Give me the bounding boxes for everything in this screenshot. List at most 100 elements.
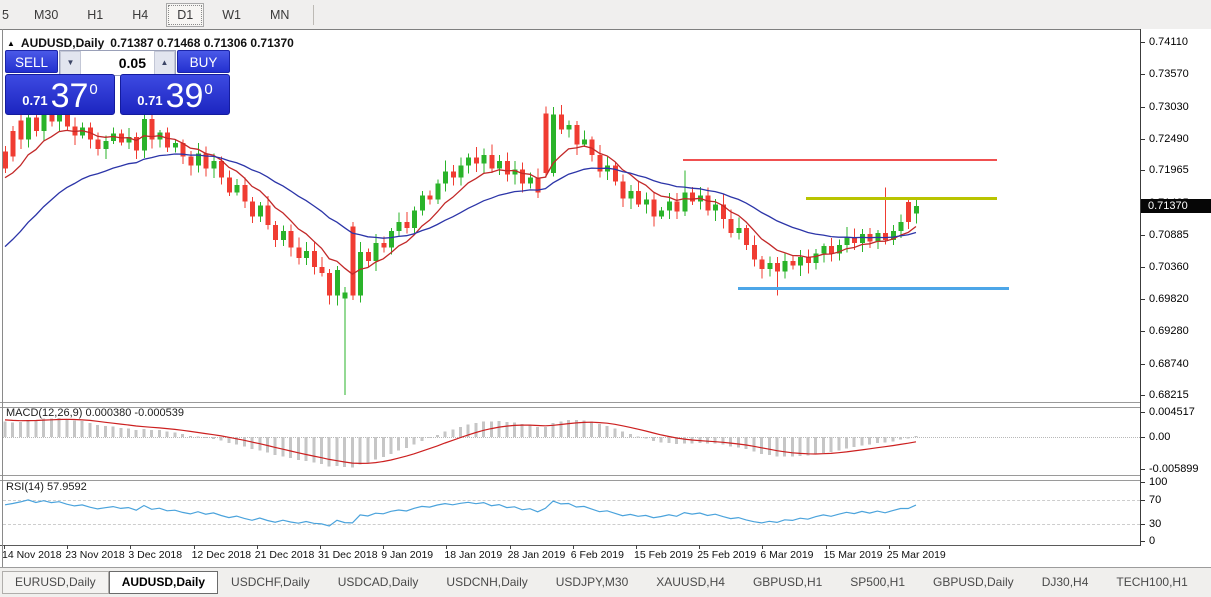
rsi-axis-label-tick <box>1141 523 1145 525</box>
macd-indicator-label: MACD(12,26,9) 0.000380 -0.000539 <box>6 407 184 419</box>
date-tick <box>383 545 385 549</box>
price-axis-label-tick <box>1141 235 1145 237</box>
price-axis-label: 0.73030 <box>1149 100 1189 113</box>
chart-tab-dj30-h4[interactable]: DJ30,H4 <box>1029 571 1102 594</box>
price-axis-label-tick <box>1141 298 1145 300</box>
chart-tab-usdjpy-m30[interactable]: USDJPY,M30 <box>543 571 641 594</box>
volume-input[interactable] <box>81 51 154 75</box>
macd-axis-label-tick <box>1141 437 1145 438</box>
chart-tab-ukc[interactable]: UKC <box>1203 571 1211 594</box>
price-axis-label-tick <box>1141 106 1145 108</box>
price-axis-label-tick <box>1141 266 1145 268</box>
date-tick <box>699 545 701 549</box>
chart-tab-sp500-h1[interactable]: SP500,H1 <box>837 571 918 594</box>
symbol-period-label: AUDUSD,Daily <box>20 36 105 50</box>
chart-tab-usdcad-daily[interactable]: USDCAD,Daily <box>325 571 432 594</box>
price-axis-label-tick <box>1141 170 1145 172</box>
one-click-trading-widget: SELL ▼ ▲ BUY 0.71370 0.71390 <box>5 50 230 115</box>
price-axis-label-tick <box>1141 394 1145 396</box>
date-tick <box>130 545 132 549</box>
price-axis-label: 0.68740 <box>1149 357 1189 370</box>
date-tick <box>320 545 321 549</box>
rsi-axis-label-tick <box>1141 499 1145 501</box>
date-axis-bottom-border <box>0 567 1211 568</box>
date-label: 21 Dec 2018 <box>254 549 315 561</box>
chart-tab-gbpusd-h1[interactable]: GBPUSD,H1 <box>740 571 835 594</box>
rsi-axis-label: 0 <box>1149 535 1156 548</box>
buy-price-panel[interactable]: 0.71 39 0 <box>120 74 230 115</box>
price-macd-splitter[interactable] <box>0 402 1211 408</box>
price-axis-label-tick <box>1141 363 1145 365</box>
support-line-blue[interactable] <box>738 287 1009 290</box>
rsi-pane-bottom-border <box>0 545 1211 546</box>
macd-rsi-splitter[interactable] <box>0 475 1211 481</box>
date-label: 31 Dec 2018 <box>318 549 378 561</box>
price-axis-label: 0.68215 <box>1149 388 1189 401</box>
toolbar-separator <box>313 4 315 25</box>
timeframe-button-MN[interactable]: MN <box>259 3 300 27</box>
timeframe-button-5[interactable]: 5 <box>0 3 14 27</box>
date-label: 23 Nov 2018 <box>65 549 125 561</box>
price-axis-label-tick <box>1141 74 1145 76</box>
rsi-pane[interactable] <box>3 479 1140 545</box>
chart-tab-usdchf-daily[interactable]: USDCHF,Daily <box>218 571 323 594</box>
sell-price-panel[interactable]: 0.71 37 0 <box>5 74 115 115</box>
chart-tab-gbpusd-daily[interactable]: GBPUSD,Daily <box>920 571 1027 594</box>
buy-price-big-digits: 39 <box>165 77 204 115</box>
rsi-level-70 <box>3 500 1140 501</box>
macd-axis-label-tick <box>1141 412 1145 414</box>
sell-price-pip-digit: 0 <box>89 81 98 98</box>
timeframe-toolbar: 5 M30 H1 H4 D1 W1 MN <box>0 0 1211 30</box>
rsi-axis-label: 100 <box>1149 476 1168 488</box>
timeframe-button-W1[interactable]: W1 <box>211 3 252 27</box>
macd-axis-label-tick <box>1141 469 1145 471</box>
date-tick <box>825 545 827 549</box>
date-label: 9 Jan 2019 <box>381 549 434 561</box>
date-tick <box>762 545 764 549</box>
window-left-border <box>2 29 3 567</box>
volume-decrease-button[interactable]: ▼ <box>60 51 81 75</box>
timeframe-button-H4[interactable]: H4 <box>121 3 159 27</box>
date-tick <box>193 545 195 549</box>
sell-button[interactable]: SELL <box>5 50 58 73</box>
price-axis-label-tick <box>1141 42 1145 43</box>
timeframe-button-H1[interactable]: H1 <box>76 3 114 27</box>
date-label: 25 Feb 2019 <box>697 549 757 561</box>
price-scale[interactable]: 0.741100.735700.730300.724900.719650.714… <box>1140 29 1211 548</box>
buy-price-prefix: 0.71 <box>137 93 163 108</box>
mt4-terminal: 5 M30 H1 H4 D1 W1 MN ▲ AUDUSD,Daily 0.71387 0.… <box>0 0 1211 597</box>
buy-price-pip-digit: 0 <box>204 81 213 98</box>
date-tick <box>446 545 448 549</box>
price-axis-label: 0.71965 <box>1149 164 1189 177</box>
price-axis-label: 0.69280 <box>1149 325 1189 338</box>
timeframe-button-M30[interactable]: M30 <box>23 3 69 27</box>
date-tick <box>572 545 574 549</box>
date-tick <box>636 545 637 549</box>
resistance-line-red[interactable] <box>683 159 997 161</box>
buy-button[interactable]: BUY <box>177 50 230 73</box>
date-label: 25 Mar 2019 <box>886 549 946 561</box>
resistance-line-yellow[interactable] <box>806 197 997 200</box>
chart-tab-audusd-daily[interactable]: AUDUSD,Daily <box>108 571 219 594</box>
chart-tab-xauusd-h4[interactable]: XAUUSD,H4 <box>643 571 738 594</box>
volume-increase-button[interactable]: ▲ <box>154 51 175 75</box>
collapse-triangle-icon[interactable]: ▲ <box>7 39 15 48</box>
chart-tab-eurusd-daily[interactable]: EURUSD,Daily <box>2 571 109 594</box>
date-label: 18 Jan 2019 <box>444 549 503 561</box>
price-axis-label-tick <box>1141 331 1145 333</box>
rsi-indicator-label: RSI(14) 57.9592 <box>6 481 87 493</box>
price-axis-label: 0.69820 <box>1149 292 1189 305</box>
chart-tab-bar: EURUSD,Daily AUDUSD,Daily USDCHF,Daily USDC… <box>0 568 1211 597</box>
timeframe-button-D1[interactable]: D1 <box>166 2 205 27</box>
date-tick <box>4 545 5 549</box>
chart-tab-tech100-h1[interactable]: TECH100,H1 <box>1103 571 1200 594</box>
price-axis-label: 0.73570 <box>1149 68 1189 81</box>
date-label: 12 Dec 2018 <box>191 549 252 561</box>
current-price-badge: 0.71370 <box>1141 199 1211 213</box>
price-axis-label: 0.70360 <box>1149 260 1189 273</box>
date-tick <box>509 545 511 549</box>
rsi-level-30 <box>3 524 1140 525</box>
date-label: 15 Mar 2019 <box>823 549 883 561</box>
chart-tab-usdcnh-daily[interactable]: USDCNH,Daily <box>433 571 540 594</box>
macd-axis-label: 0.00 <box>1149 431 1171 443</box>
